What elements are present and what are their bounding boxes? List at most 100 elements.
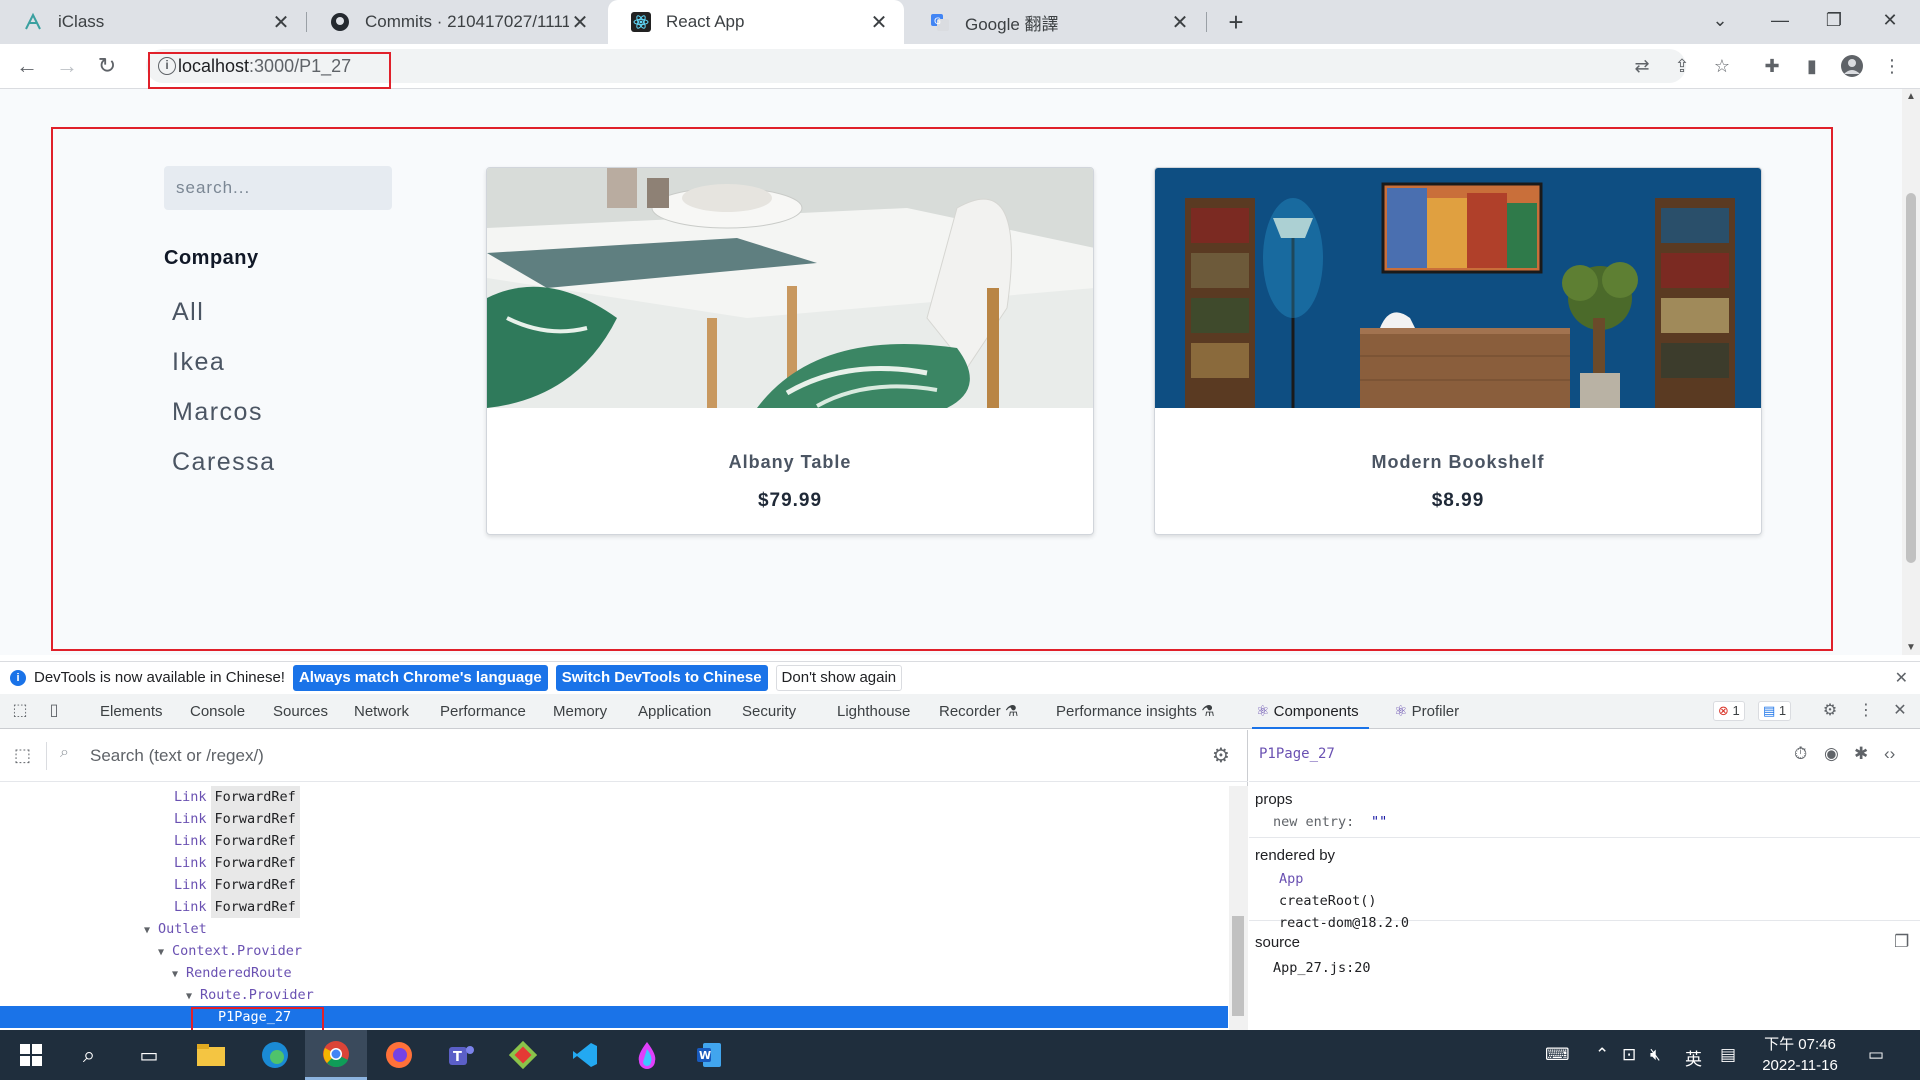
reload-button[interactable]: ↻ [91,50,123,82]
tree-row[interactable]: ▼ Context.Provider [0,940,1228,962]
company-filter-ikea[interactable]: Ikea [172,345,276,395]
more-options-icon[interactable]: ⋮ [1856,701,1876,721]
tree-row[interactable]: Link ForwardRef [0,830,1228,852]
tab-sources[interactable]: Sources [273,694,328,729]
tab-components[interactable]: ⚛ Components [1252,694,1369,729]
close-devtools-icon[interactable]: ✕ [1890,701,1910,721]
teams-icon[interactable]: T [430,1030,492,1080]
tree-row[interactable]: ▼ Route.Provider [0,984,1228,1006]
tree-row[interactable]: Link ForwardRef [0,852,1228,874]
copy-icon[interactable]: ❐ [1894,932,1909,952]
device-toolbar-icon[interactable]: ▯ [44,701,64,721]
tab-performance-insights[interactable]: Performance insights ⚗ [1056,694,1215,729]
close-icon[interactable]: ✕ [1895,668,1908,688]
firefox-icon[interactable] [368,1030,430,1080]
scroll-down-arrow[interactable]: ▼ [1906,642,1916,653]
message-count-badge[interactable]: ▤ 1 [1758,701,1792,721]
search-input[interactable] [164,166,392,210]
switch-devtools-chinese-button[interactable]: Switch DevTools to Chinese [555,664,768,691]
system-clock[interactable]: 下午 07:46 2022-11-16 [1755,1034,1845,1076]
close-icon[interactable]: ✕ [868,10,890,35]
error-count-badge[interactable]: ⊗ 1 [1713,701,1745,721]
close-icon[interactable]: ✕ [569,10,591,35]
paint-drop-icon[interactable] [616,1030,678,1080]
share-icon[interactable]: ⇪ [1667,51,1697,81]
tab-google-translate[interactable]: G Google 翻譯 ✕ [907,0,1205,44]
tab-react-app[interactable]: React App ✕ [608,0,904,44]
stopwatch-icon[interactable]: ⏱ [1794,744,1807,764]
notification-icon[interactable]: ▭ [1868,1045,1884,1065]
scrollbar-thumb[interactable] [1232,916,1244,1016]
expand-triangle-icon[interactable]: ▼ [186,986,200,1008]
keyboard-icon[interactable]: ⌨ [1545,1045,1570,1065]
forward-button[interactable]: → [51,50,83,82]
tab-profiler[interactable]: ⚛ Profiler [1394,694,1459,729]
volume-muted-icon[interactable]: 🔇︎ [1650,1045,1661,1065]
tab-console[interactable]: Console [190,694,245,729]
prop-key[interactable]: new entry: [1273,814,1354,830]
start-button[interactable] [0,1030,62,1080]
maximize-button[interactable]: ❐ [1804,0,1864,40]
page-scrollbar[interactable]: ▲ ▼ [1902,89,1920,655]
product-card[interactable]: Albany Table $79.99 [486,167,1094,535]
settings-gear-icon[interactable]: ⚙ [1820,701,1840,721]
tree-row-selected[interactable]: P1Page_27 [0,1006,1228,1028]
word-icon[interactable]: W [678,1030,740,1080]
side-panel-icon[interactable]: ▮ [1797,51,1827,81]
rendered-by-app[interactable]: App [1279,871,1303,887]
always-match-language-button[interactable]: Always match Chrome's language [292,664,548,691]
back-button[interactable]: ← [11,50,43,82]
tab-network[interactable]: Network [354,694,409,729]
close-icon[interactable]: ✕ [1169,10,1191,35]
select-component-icon[interactable]: ⬚ [14,745,31,766]
tab-iclass[interactable]: iClass ✕ [0,0,306,44]
tab-application[interactable]: Application [638,694,711,729]
tab-performance[interactable]: Performance [440,694,526,729]
chevron-up-icon[interactable]: ⌃ [1595,1045,1609,1065]
tree-row[interactable]: Link ForwardRef [0,786,1228,808]
minimize-button[interactable]: — [1750,0,1810,40]
tab-recorder[interactable]: Recorder ⚗ [939,694,1018,729]
bookmark-star-icon[interactable]: ☆ [1707,51,1737,81]
tree-search-input[interactable] [90,742,1170,770]
source-location[interactable]: App_27.js:20 [1273,960,1371,976]
file-explorer-icon[interactable] [180,1030,242,1080]
inspect-element-icon[interactable]: ⬚ [10,701,30,721]
git-client-icon[interactable] [492,1030,554,1080]
close-icon[interactable]: ✕ [270,10,292,35]
ime-mode-icon[interactable]: ▤ [1720,1045,1736,1065]
tab-github-commits[interactable]: Commits · 210417027/1111-wp ✕ [307,0,605,44]
ime-indicator[interactable]: 英 [1685,1045,1702,1070]
profile-avatar-icon[interactable] [1837,51,1867,81]
tab-elements[interactable]: Elements [100,694,163,729]
expand-triangle-icon[interactable]: ▼ [172,964,186,986]
tree-row[interactable]: Link ForwardRef [0,808,1228,830]
search-icon[interactable]: ⌕ [58,1030,120,1080]
company-filter-marcos[interactable]: Marcos [172,395,276,445]
network-icon[interactable]: ⊡ [1622,1045,1636,1065]
view-source-icon[interactable]: ‹› [1884,744,1895,764]
window-close-button[interactable]: ✕ [1860,0,1920,40]
extensions-puzzle-icon[interactable]: ✚ [1757,51,1787,81]
company-filter-all[interactable]: All [172,295,276,345]
chrome-menu-icon[interactable]: ⋮ [1877,51,1907,81]
company-filter-caressa[interactable]: Caressa [172,445,276,495]
bug-icon[interactable]: ✱ [1854,744,1868,764]
chrome-browser-icon[interactable] [305,1030,367,1080]
expand-triangle-icon[interactable]: ▼ [158,942,172,964]
dont-show-again-button[interactable]: Don't show again [775,664,903,691]
tab-search-icon[interactable]: ⌄ [1690,0,1750,40]
edge-browser-icon[interactable] [244,1030,306,1080]
tree-row[interactable]: Link ForwardRef [0,874,1228,896]
tab-security[interactable]: Security [742,694,796,729]
tree-row[interactable]: Link ForwardRef [0,896,1228,918]
tree-row[interactable]: ▼ Outlet [0,918,1228,940]
tab-lighthouse[interactable]: Lighthouse [837,694,910,729]
tree-row[interactable]: ▼ RenderedRoute [0,962,1228,984]
translate-icon[interactable]: ⇄ [1627,51,1657,81]
vscode-icon[interactable] [554,1030,616,1080]
eye-icon[interactable]: ◉ [1824,744,1839,764]
tree-scrollbar[interactable] [1229,786,1248,1030]
task-view-icon[interactable]: ▭ [118,1030,180,1080]
scroll-up-arrow[interactable]: ▲ [1906,91,1916,102]
